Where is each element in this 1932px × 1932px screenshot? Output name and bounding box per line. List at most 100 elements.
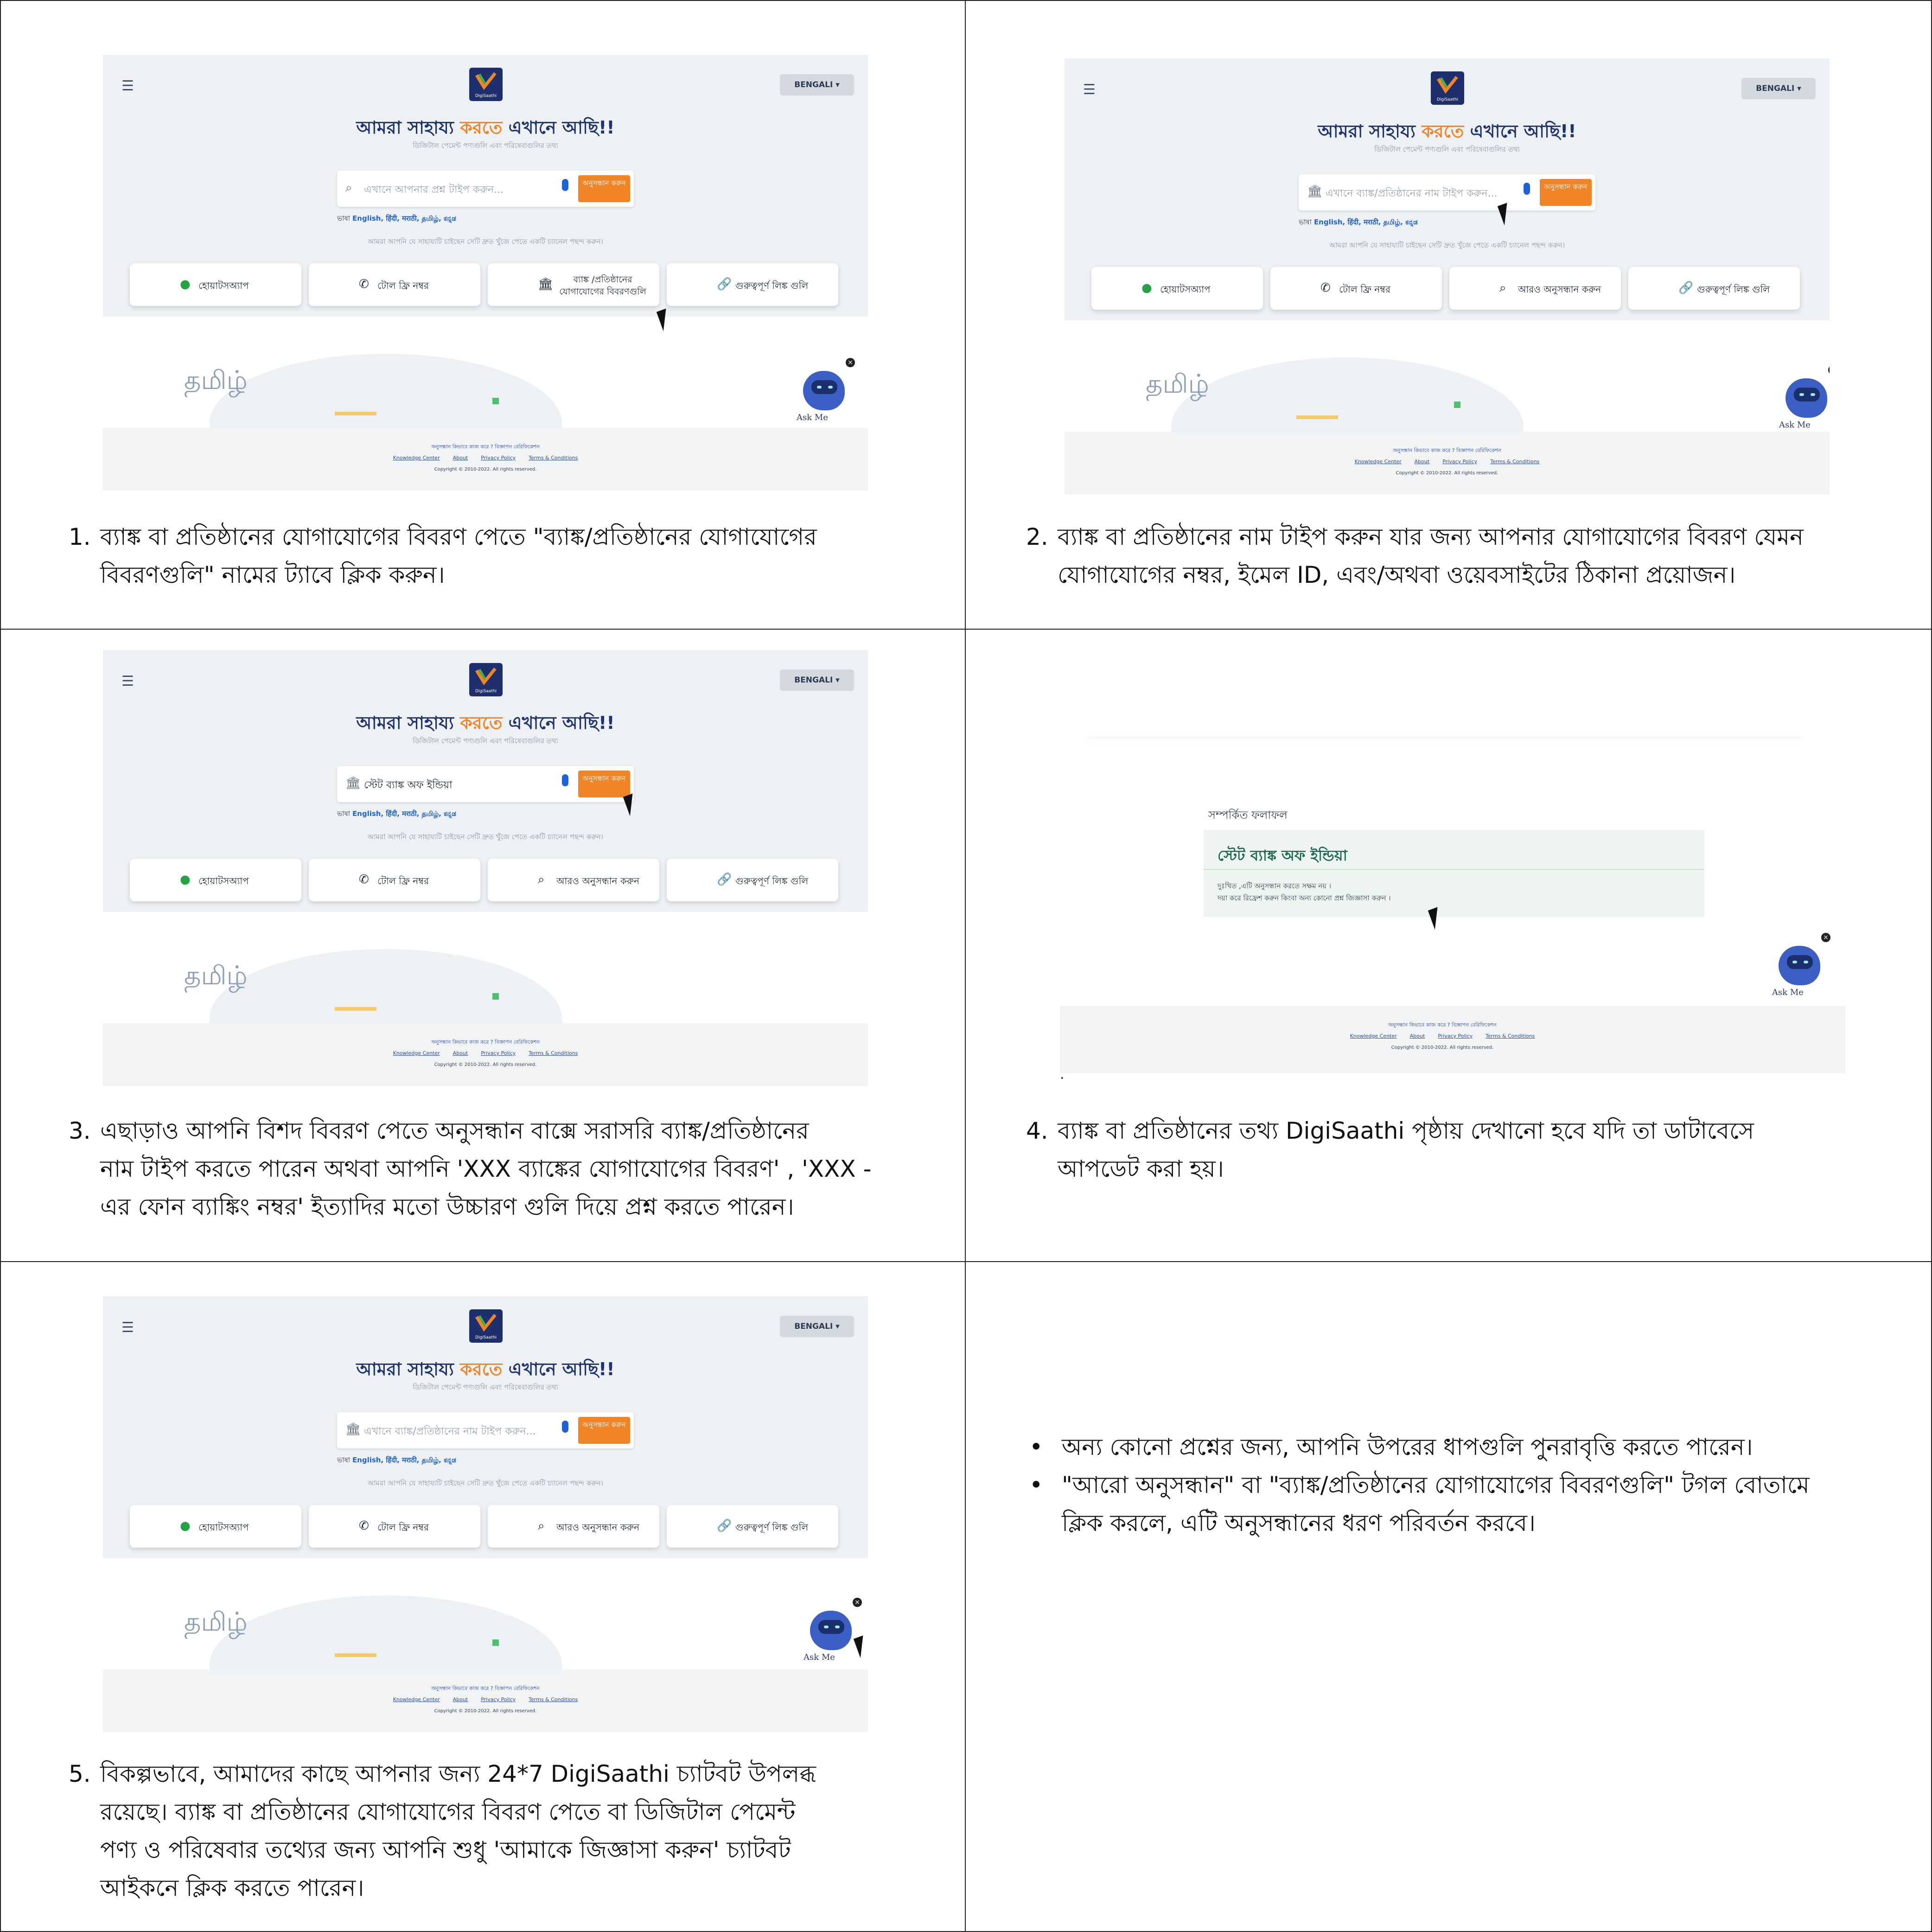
link-icon: 🔗 xyxy=(717,1519,732,1533)
tamil-word: தமிழ் xyxy=(184,365,248,395)
search-bar[interactable]: 🏛 এখানে ব্যাঙ্ক/প্রতিষ্ঠানের নাম টাইপ কর… xyxy=(1299,174,1595,210)
footer: অনুসন্ধান কিভাবে কাজ করে ? বিজ্ঞাপন বেরি… xyxy=(103,1670,868,1732)
tab-important-links[interactable]: 🔗 গুরুত্বপূর্ণ লিঙ্ক গুলি xyxy=(1628,267,1800,310)
search-input[interactable]: এখানে ব্যাঙ্ক/প্রতিষ্ঠানের নাম টাইপ করুন… xyxy=(1326,185,1498,203)
language-button[interactable]: BENGALI ▾ xyxy=(1741,78,1816,99)
language-button[interactable]: BENGALI ▾ xyxy=(780,1316,854,1337)
menu-icon[interactable]: ☰ xyxy=(121,673,134,689)
tab-bank-contact[interactable]: 🏛 ব্যাঙ্ক /প্রতিষ্ঠানের যোগাযোগের বিবরণগু… xyxy=(488,263,659,306)
ask-me-label: Ask Me xyxy=(1779,420,1811,430)
language-button[interactable]: BENGALI ▾ xyxy=(780,74,854,96)
result-message-2: দয়া করে রিফ্রেশ করুন কিংবা অন্য কোনো প্… xyxy=(1218,894,1391,902)
tab-tollfree[interactable]: ✆ টোল ফ্রি নম্বর xyxy=(309,263,480,306)
tab-tollfree[interactable]: ✆ টোল ফ্রি নম্বর xyxy=(1270,267,1442,310)
search-button[interactable]: অনুসন্ধান করুন xyxy=(578,1417,630,1444)
note-item: • অন্য কোনো প্রশ্নের জন্য, আপনি উপরের ধাপ… xyxy=(1029,1434,1753,1460)
link-icon: 🔗 xyxy=(1678,281,1694,295)
close-icon[interactable]: × xyxy=(846,358,855,367)
menu-icon[interactable]: ☰ xyxy=(121,1320,134,1336)
microphone-icon[interactable] xyxy=(1524,183,1530,195)
phone-icon: ✆ xyxy=(359,1519,369,1533)
footer-top-links[interactable]: অনুসন্ধান কিভাবে কাজ করে ? বিজ্ঞাপন বেরি… xyxy=(103,443,868,452)
tab-whatsapp[interactable]: ● হোয়াটসঅ্যাপ xyxy=(1091,267,1263,310)
microphone-icon[interactable] xyxy=(562,1421,568,1433)
footer-link-knowledge[interactable]: Knowledge Center xyxy=(393,455,440,461)
search-button[interactable]: অনুসন্ধান করুন xyxy=(578,175,630,202)
screenshot-step-2: ☰ DigiSaathi BENGALI ▾ আমরা সাহায্য করতে… xyxy=(1065,58,1830,494)
footer-top-links[interactable]: অনুসন্ধান কিভাবে কাজ করে ? বিজ্ঞাপন বেরি… xyxy=(103,1038,868,1047)
search-button[interactable]: অনুসন্ধান করুন xyxy=(1540,179,1592,206)
footer-link-privacy[interactable]: Privacy Policy xyxy=(481,455,516,461)
result-bank-name: স্টেট ব্যাঙ্ক অফ ইন্ডিয়া xyxy=(1218,847,1347,864)
footer-copyright: Copyright © 2010-2022. All rights reserv… xyxy=(434,1709,537,1714)
footer-copyright: Copyright © 2010-2022. All rights reserv… xyxy=(1391,1045,1494,1050)
footer-link-about[interactable]: About xyxy=(453,455,468,461)
link-icon: 🔗 xyxy=(717,277,732,291)
tab-whatsapp[interactable]: ● হোয়াটসঅ্যাপ xyxy=(130,1505,301,1548)
screenshot-step-4: সম্পর্কিত ফলাফল স্টেট ব্যাঙ্ক অফ ইন্ডিয়… xyxy=(1060,735,1845,1073)
chatbot-button[interactable]: × Ask Me xyxy=(803,1598,862,1662)
search-input[interactable]: এখানে আপনার প্রশ্ন টাইপ করুন... xyxy=(364,182,504,199)
language-list: ভাষা English, हिंदी, मराठी, தமிழ், ಕನ್ನಡ xyxy=(337,810,456,818)
phone-icon: ✆ xyxy=(1320,281,1331,295)
chatbot-button[interactable]: × Ask Me xyxy=(1779,365,1830,430)
footer-links: Knowledge Center About Privacy Policy Terms… xyxy=(393,1696,578,1702)
footer-top-links[interactable]: অনুসন্ধান কিভাবে কাজ করে ? বিজ্ঞাপন বেরি… xyxy=(103,1684,868,1693)
footer-top-links[interactable]: অনুসন্ধান কিভাবে কাজ করে ? বিজ্ঞাপন বেরি… xyxy=(1060,1021,1825,1030)
close-icon[interactable]: × xyxy=(853,1598,862,1607)
tab-more-search[interactable]: ⌕ আরও অনুসন্ধান করুন xyxy=(488,1505,659,1548)
search-bar[interactable]: 🏛 স্টেট ব্যাঙ্ক অফ ইন্ডিয়া অনুসন্ধান কর… xyxy=(337,766,634,802)
footer-copyright: Copyright © 2010-2022. All rights reserv… xyxy=(434,467,537,472)
tab-shadow xyxy=(1088,739,1802,743)
search-icon: ⌕ xyxy=(538,1519,545,1533)
close-icon[interactable]: × xyxy=(1828,365,1830,375)
channel-tabs: ● হোয়াটসঅ্যাপ ✆ টোল ফ্রি নম্বর ⌕ আরও অনুসন… xyxy=(130,1505,844,1549)
footer-link-terms[interactable]: Terms & Conditions xyxy=(529,455,578,461)
tab-important-links[interactable]: 🔗 গুরুত্বপূর্ণ লিঙ্ক গুলি xyxy=(667,859,838,901)
tab-more-search[interactable]: ⌕ আরও অনুসন্ধান করুন xyxy=(1449,267,1621,310)
decorative-dot xyxy=(492,1639,499,1646)
search-bar[interactable]: ⌕ এখানে আপনার প্রশ্ন টাইপ করুন... অনুসন্… xyxy=(337,171,634,207)
footer-top-links[interactable]: অনুসন্ধান কিভাবে কাজ করে ? বিজ্ঞাপন বেরি… xyxy=(1065,446,1830,455)
close-icon[interactable]: × xyxy=(1821,933,1830,942)
language-button[interactable]: BENGALI ▾ xyxy=(780,670,854,691)
hero-subtitle: ডিজিটাল পেমেন্ট পণ্যগুলি এবং পরিষেবাগুলি… xyxy=(1374,145,1520,153)
search-input[interactable]: স্টেট ব্যাঙ্ক অফ ইন্ডিয়া xyxy=(364,777,452,794)
bank-icon: 🏛 xyxy=(345,1422,361,1436)
whatsapp-icon: ● xyxy=(180,277,191,291)
tab-important-links[interactable]: 🔗 গুরুত্বপূর্ণ লিঙ্ক গুলি xyxy=(667,1505,838,1548)
tab-tollfree[interactable]: ✆ টোল ফ্রি নম্বর xyxy=(309,859,480,901)
note-item: • "আরো অনুসন্ধান" বা "ব্যাঙ্ক/প্রতিষ্ঠানে… xyxy=(1029,1472,1810,1537)
tab-whatsapp[interactable]: ● হোয়াটসঅ্যাপ xyxy=(130,263,301,306)
search-button[interactable]: অনুসন্ধান করুন xyxy=(578,771,630,797)
digisaathi-logo[interactable]: DigiSaathi xyxy=(469,68,503,101)
menu-icon[interactable]: ☰ xyxy=(1083,82,1096,98)
microphone-icon[interactable] xyxy=(562,774,568,786)
channel-note: আমরা আপনি যে সাহায্যটি চাইছেন সেটি দ্রুত… xyxy=(1329,241,1565,249)
chatbot-button[interactable]: × Ask Me xyxy=(1772,933,1830,997)
decorative-stroke xyxy=(335,1653,376,1657)
tab-important-links[interactable]: 🔗 গুরুত্বপূর্ণ লিঙ্ক গুলি xyxy=(667,263,838,306)
result-message-1: দুঃখিত ,এটি অনুসন্ধান করতে সক্ষম নয় । xyxy=(1218,882,1332,890)
bank-icon: 🏛 xyxy=(1307,185,1323,198)
tab-whatsapp[interactable]: ● হোয়াটসঅ্যাপ xyxy=(130,859,301,901)
bank-icon: 🏛 xyxy=(538,277,554,291)
search-bar[interactable]: 🏛 এখানে ব্যাঙ্ক/প্রতিষ্ঠানের নাম টাইপ কর… xyxy=(337,1412,634,1448)
stray-dot: . xyxy=(1060,1066,1065,1083)
cursor-pointer-icon xyxy=(853,1632,868,1658)
menu-icon[interactable]: ☰ xyxy=(121,78,134,94)
chatbot-button[interactable]: × Ask Me xyxy=(797,358,855,422)
tab-tollfree[interactable]: ✆ টোল ফ্রি নম্বর xyxy=(309,1505,480,1548)
whatsapp-icon: ● xyxy=(180,1519,191,1533)
microphone-icon[interactable] xyxy=(562,179,568,191)
digisaathi-logo[interactable]: DigiSaathi xyxy=(1431,71,1464,105)
tab-more-search[interactable]: ⌕ আরও অনুসন্ধান করুন xyxy=(488,859,659,901)
result-card[interactable]: স্টেট ব্যাঙ্ক অফ ইন্ডিয়া দুঃখিত ,এটি অন… xyxy=(1204,830,1704,917)
channel-tabs: ● হোয়াটসঅ্যাপ ✆ টোল ফ্রি নম্বর 🏛 ব্যাঙ্ক /… xyxy=(130,263,844,307)
tamil-word: தமிழ் xyxy=(184,1607,248,1637)
digisaathi-logo[interactable]: DigiSaathi xyxy=(469,663,503,696)
search-input[interactable]: এখানে ব্যাঙ্ক/প্রতিষ্ঠানের নাম টাইপ করুন… xyxy=(364,1423,536,1441)
screenshot-step-5: ☰ DigiSaathi BENGALI ▾ আমরা সাহায্য করতে… xyxy=(103,1296,868,1732)
footer: অনুসন্ধান কিভাবে কাজ করে ? বিজ্ঞাপন বেরি… xyxy=(1060,1006,1845,1073)
digisaathi-logo[interactable]: DigiSaathi xyxy=(469,1309,503,1343)
